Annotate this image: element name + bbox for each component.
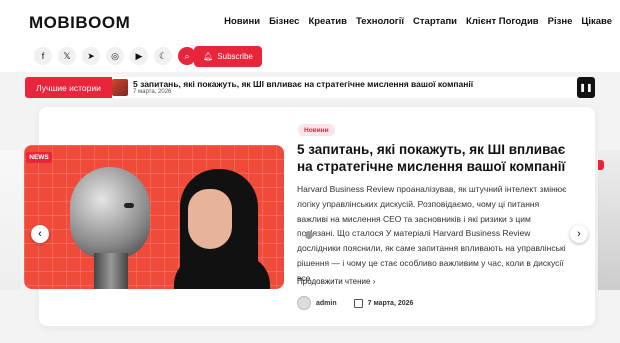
- nav-item-biznes[interactable]: Бізнес: [269, 16, 299, 27]
- instagram-icon[interactable]: ◎: [106, 47, 124, 65]
- facebook-icon[interactable]: f: [34, 47, 52, 65]
- author-name[interactable]: admin: [316, 300, 337, 307]
- x-icon[interactable]: 𝕏: [58, 47, 76, 65]
- avatar[interactable]: [297, 296, 311, 310]
- news-badge[interactable]: NEWS: [26, 152, 52, 163]
- top-stories-ticker: Лучшие истории 5 запитань, які покажуть,…: [25, 77, 595, 98]
- read-more-link[interactable]: Продовжити чтение ›: [297, 277, 375, 286]
- site-header: MOBIBOOM Новини Бізнес Креатив Технологі…: [0, 0, 620, 72]
- robot-eye: [124, 203, 134, 208]
- chevron-left-icon[interactable]: ‹: [31, 225, 49, 243]
- woman-body-illustration: [174, 255, 270, 289]
- next-slide-badge: [598, 160, 604, 170]
- nav-item-novyny[interactable]: Новини: [224, 16, 260, 27]
- cursor-dot: [305, 231, 313, 239]
- read-more-label: Продовжити чтение: [297, 277, 371, 286]
- woman-face-illustration: [188, 189, 232, 249]
- youtube-icon[interactable]: ▶: [130, 47, 148, 65]
- article-date: 7 марта, 2026: [367, 299, 414, 307]
- nav-item-rizne[interactable]: Різне: [548, 16, 573, 27]
- ticker-label-text: Лучшие истории: [36, 82, 101, 93]
- next-slide-peek: [598, 150, 620, 290]
- chevron-right-icon[interactable]: ›: [570, 225, 588, 243]
- article-title[interactable]: 5 запитань, які покажуть, як ШІ впливає …: [297, 141, 567, 175]
- featured-image[interactable]: [24, 145, 284, 289]
- article-meta: admin 7 марта, 2026: [297, 296, 413, 310]
- calendar-icon: [353, 298, 363, 308]
- chevron-right-small-icon: ›: [372, 277, 376, 286]
- moon-icon[interactable]: ☾: [154, 47, 172, 65]
- nav-item-tsikave[interactable]: Цікаве: [581, 16, 612, 27]
- telegram-icon[interactable]: ➤: [82, 47, 100, 65]
- ticker-date: 7 марта, 2026: [133, 89, 172, 95]
- ticker-label: Лучшие истории: [25, 77, 112, 98]
- nav-item-klient-pohodyv[interactable]: Клієнт Погодив: [466, 16, 539, 27]
- subscribe-button[interactable]: 🔔︎ Subscribe: [194, 46, 262, 67]
- robot-neck-illustration: [94, 253, 128, 289]
- ticker-thumbnail[interactable]: [112, 79, 128, 96]
- nav-item-startapy[interactable]: Стартапи: [413, 16, 457, 27]
- category-badge[interactable]: Новини: [298, 124, 335, 136]
- main-nav: Новини Бізнес Креатив Технології Стартап…: [224, 16, 612, 27]
- nav-item-kreatyv[interactable]: Креатив: [308, 16, 347, 27]
- subscribe-label: Subscribe: [217, 52, 253, 61]
- pause-icon[interactable]: ❚❚: [577, 77, 595, 98]
- robot-head-illustration: [70, 167, 150, 259]
- social-icons: f 𝕏 ➤ ◎ ▶ ☾ ⌕: [34, 47, 196, 65]
- site-logo[interactable]: MOBIBOOM: [29, 13, 130, 33]
- ticker-headline[interactable]: 5 запитань, які покажуть, як ШІ впливає …: [133, 79, 473, 89]
- bell-icon: 🔔︎: [203, 52, 214, 61]
- nav-item-tekhnolohii[interactable]: Технології: [356, 16, 404, 27]
- article-excerpt: Harvard Business Review проаналізував, я…: [297, 184, 567, 283]
- previous-slide-peek: [0, 150, 22, 290]
